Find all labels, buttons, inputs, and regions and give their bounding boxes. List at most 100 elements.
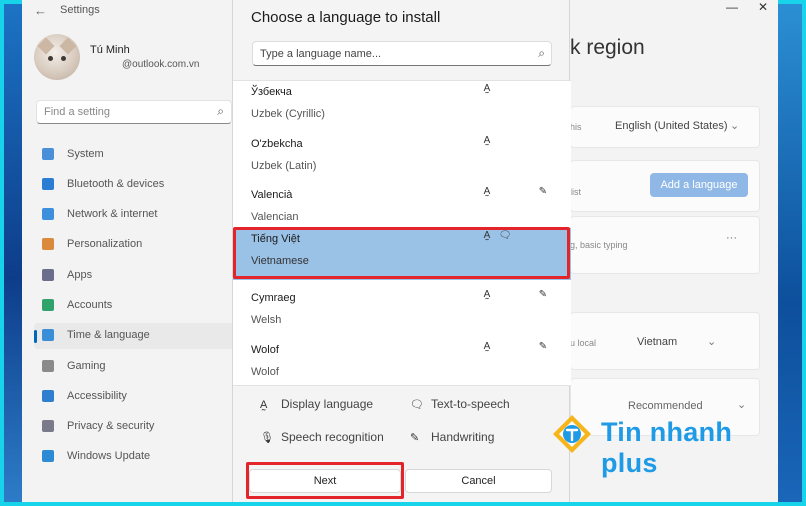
language-english-name: Uzbek (Cyrillic) [251,108,325,120]
chevron-down-icon: ⌄ [707,336,717,348]
avatar[interactable] [34,34,80,80]
back-arrow-icon[interactable]: ← [34,3,47,18]
sidebar-item-label: Gaming [67,360,106,372]
language-features-fragment: g, basic typing [570,240,628,250]
language-english-name: Welsh [251,314,282,326]
display-language-icon: A̰ [483,341,491,352]
sidebar-item-label: Windows Update [67,450,151,462]
language-search-input[interactable]: Type a language name... ⌕ [252,41,552,66]
page-title-fragment: k region [570,36,645,59]
profile-name: Tú Minh [90,44,130,56]
sidebar-item-system[interactable]: System [34,142,234,168]
sidebar-item-privacy-security[interactable]: Privacy & security [34,414,234,440]
wifi-icon [42,208,54,220]
legend-text-to-speech: 🗨 Text-to-speech [410,397,510,411]
display-language-icon: A̰ [483,289,491,300]
sidebar-item-label: Bluetooth & devices [67,178,165,190]
language-native-name: Tiếng Việt [251,233,300,245]
handwriting-icon: ✎ [538,341,548,352]
sidebar-item-label: Accounts [67,299,113,311]
globe-clock-icon [42,329,54,341]
language-native-name: Ўзбекча [251,86,292,98]
desktop-wallpaper-left [4,4,22,502]
handwriting-icon: ✎ [538,289,548,300]
language-english-name: Uzbek (Latin) [251,160,317,172]
microphone-icon: 🎙 [260,432,274,444]
text-to-speech-icon: 🗨 [410,399,424,411]
sidebar-item-accessibility[interactable]: Accessibility [34,384,234,410]
cancel-button[interactable]: Cancel [405,469,552,493]
language-english-name: Vietnamese [251,255,309,267]
sidebar-item-bluetooth-devices[interactable]: Bluetooth & devices [34,172,234,198]
display-language-fragment: his [570,122,582,132]
legend-speech-recognition: 🎙 Speech recognition [260,430,384,444]
language-english-name: Valencian [251,211,299,223]
language-search-placeholder: Type a language name... [260,48,382,60]
preferred-list-fragment: list [570,187,581,197]
language-native-name: Wolof [251,344,279,356]
sidebar-item-accounts[interactable]: Accounts [34,293,234,319]
choose-language-dialog: Choose a language to install Type a lang… [232,0,571,502]
close-icon[interactable]: ✕ [758,0,768,14]
search-icon: ⌕ [538,46,545,60]
language-list-item[interactable]: O'zbekcha Uzbek (Latin) A̰ [233,133,571,185]
language-native-name: Valencià [251,189,293,201]
sidebar-item-label: System [67,148,104,160]
watermark: Tin nhanh plus [551,413,791,478]
chevron-down-icon: ⌄ [737,399,747,411]
language-list-item[interactable]: Cymraeg Welsh A̰ ✎ [233,287,571,339]
sidebar-item-label: Apps [67,269,93,281]
add-a-language-button[interactable]: Add a language [650,173,748,197]
update-icon [42,450,54,462]
windows-display-language-select[interactable]: English (United States) [615,120,728,132]
sidebar-item-personalization[interactable]: Personalization [34,232,234,258]
language-native-name: O'zbekcha [251,138,303,150]
display-language-icon: A̰ [483,186,491,197]
region-fragment: u local [570,338,597,348]
apps-icon [42,269,54,281]
sidebar-item-time-language[interactable]: Time & language [34,323,234,349]
search-icon: ⌕ [217,104,224,118]
sidebar-item-label: Privacy & security [67,420,155,432]
sidebar-item-label: Time & language [67,329,150,341]
text-to-speech-icon: 🗨 [498,230,512,241]
language-native-name: Cymraeg [251,292,296,304]
sidebar-item-apps[interactable]: Apps [34,263,234,289]
sidebar-item-label: Accessibility [67,390,127,402]
legend-handwriting: ✎ Handwriting [410,430,495,444]
gamepad-icon [42,360,54,372]
more-options-icon[interactable]: ··· [726,232,737,244]
minimize-icon[interactable]: — [726,0,738,14]
display-language-icon: A̰ [483,135,491,146]
language-english-name: Wolof [251,366,279,378]
language-list-item[interactable]: Ўзбекча Uzbek (Cyrillic) A̰ [233,81,571,133]
profile-email: @outlook.com.vn [122,59,200,70]
chevron-down-icon: ⌄ [730,120,740,132]
monitor-icon [42,148,54,160]
sidebar-item-windows-update[interactable]: Windows Update [34,444,234,470]
country-region-select[interactable]: Vietnam [637,336,677,348]
accessibility-icon [42,390,54,402]
brush-icon [42,238,54,250]
display-language-icon: A̰ [260,399,268,411]
next-button[interactable]: Next [249,469,401,493]
display-language-icon: A̰ [483,83,491,94]
window-title: Settings [60,4,100,16]
watermark-logo-icon [553,415,591,453]
bluetooth-icon [42,178,54,190]
handwriting-icon: ✎ [538,186,548,197]
sidebar-item-gaming[interactable]: Gaming [34,354,234,380]
language-list: Ўзбекча Uzbek (Cyrillic) A̰ O'zbekcha Uzbek … [233,80,571,386]
legend-display-language: A̰ Display language [260,397,374,411]
dialog-title: Choose a language to install [251,9,441,26]
sidebar-item-network-internet[interactable]: Network & internet [34,202,234,228]
feature-legend: A̰ Display language 🗨 Text-to-speech 🎙 Spee… [233,388,571,458]
sidebar-item-label: Personalization [67,238,143,250]
language-list-item[interactable]: Wolof Wolof A̰ ✎ [233,339,571,385]
display-language-icon: A̰ [483,230,491,241]
person-icon [42,299,54,311]
find-setting-input[interactable]: Find a setting ⌕ [36,100,232,124]
language-list-item[interactable]: Tiếng Việt Vietnamese A̰ 🗨 [233,228,571,280]
handwriting-icon: ✎ [410,432,420,444]
regional-format-select[interactable]: Recommended [628,400,703,412]
